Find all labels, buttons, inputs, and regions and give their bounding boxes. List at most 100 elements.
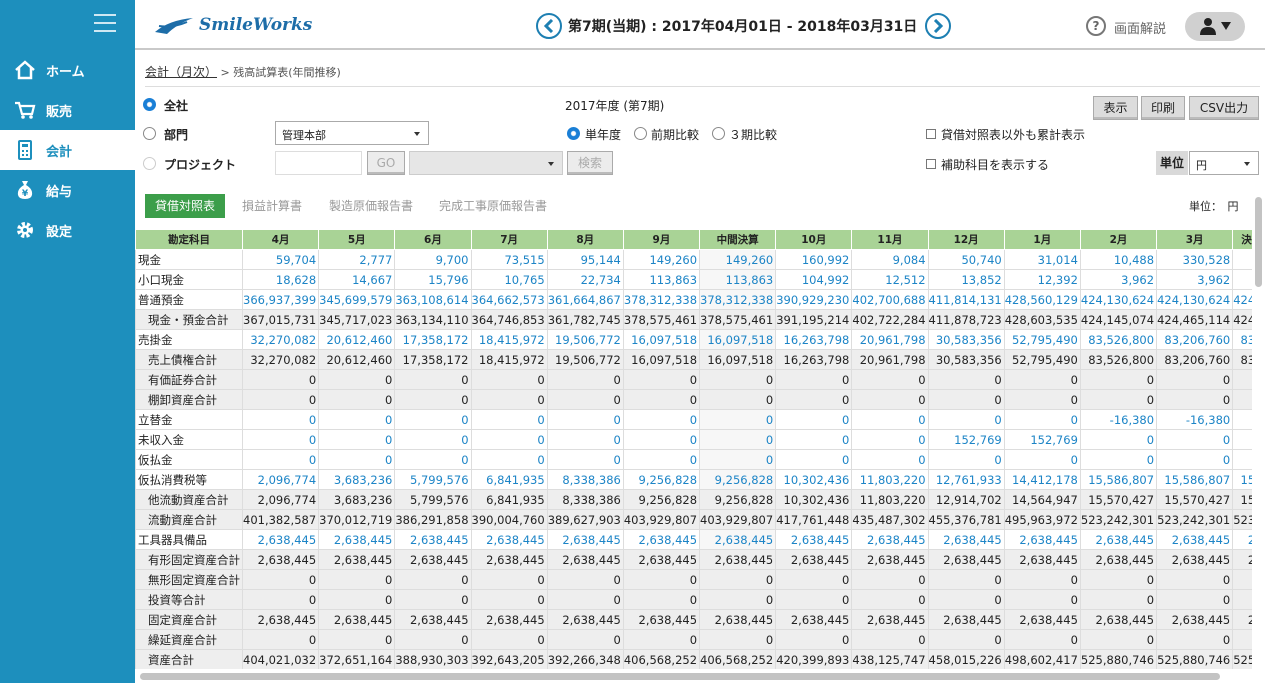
amount-cell[interactable]: 0 (470, 409, 548, 430)
amount-cell[interactable]: 18,415,972 (470, 329, 548, 350)
amount-cell[interactable]: 14,412,178 (1003, 469, 1081, 490)
amount-cell[interactable]: 0 (775, 449, 853, 470)
account-name-cell[interactable]: 工具器具備品 (135, 529, 243, 550)
amount-cell[interactable]: 0 (394, 449, 472, 470)
amount-cell[interactable]: -16,380 (1079, 409, 1158, 430)
amount-cell[interactable]: 3,962 (1156, 269, 1234, 290)
amount-cell[interactable]: 2,096,774 (241, 469, 320, 490)
amount-cell[interactable]: 0 (394, 409, 472, 430)
subaccount-checkbox[interactable] (926, 159, 936, 169)
amount-cell[interactable]: 113,863 (699, 269, 777, 290)
amount-cell[interactable]: 104,992 (775, 269, 853, 290)
amount-cell[interactable]: 152,769 (1003, 429, 1081, 450)
next-period-button[interactable] (925, 13, 951, 39)
amount-cell[interactable]: 345,699,579 (318, 289, 396, 310)
amount-cell[interactable]: 2,638,445 (927, 529, 1005, 550)
amount-cell[interactable]: 6,841,935 (470, 469, 548, 490)
amount-cell[interactable]: 378,312,338 (699, 289, 777, 310)
amount-cell[interactable]: 14,667 (318, 269, 396, 290)
amount-cell[interactable]: 2,638,445 (699, 529, 777, 550)
amount-cell[interactable]: 0 (1156, 429, 1234, 450)
sidebar-item-accounting[interactable]: 会計 (0, 130, 135, 170)
amount-cell[interactable]: 113,863 (622, 269, 701, 290)
help-link[interactable]: 画面解説 (1114, 18, 1166, 37)
amount-cell[interactable]: 0 (927, 449, 1005, 470)
tab-balance-sheet[interactable]: 貸借対照表 (145, 194, 225, 218)
tab-construction-cost[interactable]: 完成工事原価報告書 (433, 194, 553, 218)
amount-cell[interactable]: 0 (1079, 449, 1158, 470)
csv-export-button[interactable]: CSV出力 (1189, 96, 1259, 120)
amount-cell[interactable]: 149,260 (699, 249, 777, 270)
mode-single-radio[interactable] (567, 127, 580, 140)
amount-cell[interactable]: 5,799,576 (394, 469, 472, 490)
account-name-cell[interactable]: 小口現金 (135, 269, 243, 290)
amount-cell[interactable]: 95,144 (546, 249, 624, 270)
amount-cell[interactable]: 0 (775, 409, 853, 430)
breadcrumb-link-accounting[interactable]: 会計（月次） (145, 65, 217, 79)
project-select[interactable] (409, 151, 563, 175)
amount-cell[interactable]: 2,638,445 (470, 529, 548, 550)
amount-cell[interactable]: 52,795,490 (1003, 329, 1081, 350)
amount-cell[interactable]: 361,664,867 (546, 289, 624, 310)
amount-cell[interactable]: 2,638,445 (1003, 529, 1081, 550)
amount-cell[interactable]: 10,488 (1079, 249, 1158, 270)
amount-cell[interactable]: 20,612,460 (318, 329, 396, 350)
amount-cell[interactable]: 0 (241, 409, 320, 430)
tab-manufacturing-cost[interactable]: 製造原価報告書 (323, 194, 419, 218)
amount-cell[interactable]: 9,084 (851, 249, 929, 270)
amount-cell[interactable]: 16,263,798 (775, 329, 853, 350)
amount-cell[interactable]: 411,814,131 (927, 289, 1005, 310)
amount-cell[interactable]: -16,380 (1156, 409, 1234, 430)
amount-cell[interactable]: 31,014 (1003, 249, 1081, 270)
amount-cell[interactable]: 0 (318, 409, 396, 430)
scope-dept-radio[interactable] (143, 127, 156, 140)
account-name-cell[interactable]: 立替金 (135, 409, 243, 430)
amount-cell[interactable]: 0 (927, 409, 1005, 430)
amount-cell[interactable]: 0 (622, 409, 701, 430)
prev-period-button[interactable] (536, 13, 562, 39)
amount-cell[interactable]: 2,638 (1232, 529, 1252, 550)
mode-prev-radio[interactable] (634, 127, 647, 140)
amount-cell[interactable]: 152,769 (927, 429, 1005, 450)
amount-cell[interactable]: 0 (470, 429, 548, 450)
amount-cell[interactable]: 10,765 (470, 269, 548, 290)
amount-cell[interactable]: 0 (394, 429, 472, 450)
account-name-cell[interactable]: 現金 (135, 249, 243, 270)
amount-cell[interactable]: 50,740 (927, 249, 1005, 270)
unit-select[interactable]: 円 (1189, 151, 1259, 175)
amount-cell[interactable]: 15,586,807 (1079, 469, 1158, 490)
amount-cell[interactable]: 15,796 (394, 269, 472, 290)
amount-cell[interactable]: 424,130 (1232, 289, 1252, 310)
amount-cell[interactable]: 12,512 (851, 269, 929, 290)
tab-income-statement[interactable]: 損益計算書 (233, 194, 311, 218)
amount-cell[interactable]: 0 (1156, 449, 1234, 470)
amount-cell[interactable]: 402,700,688 (851, 289, 929, 310)
amount-cell[interactable]: 0 (622, 429, 701, 450)
amount-cell[interactable]: 2,638,445 (546, 529, 624, 550)
amount-cell[interactable]: 12,392 (1003, 269, 1081, 290)
amount-cell[interactable]: 0 (699, 409, 777, 430)
help-icon[interactable]: ? (1086, 16, 1106, 36)
mode-three-radio[interactable] (712, 127, 725, 140)
amount-cell[interactable]: 0 (851, 429, 929, 450)
sidebar-item-sales[interactable]: 販売 (0, 90, 135, 130)
amount-cell[interactable]: 83,206,760 (1156, 329, 1234, 350)
amount-cell[interactable]: 0 (1003, 409, 1081, 430)
amount-cell[interactable]: 0 (546, 409, 624, 430)
dept-select[interactable]: 管理本部 (275, 121, 429, 145)
amount-cell[interactable]: 15,586 (1232, 469, 1252, 490)
amount-cell[interactable]: 2,638,445 (241, 529, 320, 550)
account-name-cell[interactable]: 売掛金 (135, 329, 243, 350)
amount-cell[interactable]: 428,560,129 (1003, 289, 1081, 310)
account-name-cell[interactable]: 普通預金 (135, 289, 243, 310)
amount-cell[interactable]: -16 (1232, 409, 1252, 430)
amount-cell[interactable]: 59,704 (241, 249, 320, 270)
scope-all-radio[interactable] (143, 98, 156, 111)
amount-cell[interactable]: 10,302,436 (775, 469, 853, 490)
project-code-input[interactable] (275, 151, 362, 175)
amount-cell[interactable]: 17,358,172 (394, 329, 472, 350)
horizontal-scrollbar-thumb[interactable] (140, 673, 1220, 680)
amount-cell[interactable]: 160,992 (775, 249, 853, 270)
amount-cell[interactable]: 16,097,518 (699, 329, 777, 350)
amount-cell[interactable]: 0 (241, 449, 320, 470)
